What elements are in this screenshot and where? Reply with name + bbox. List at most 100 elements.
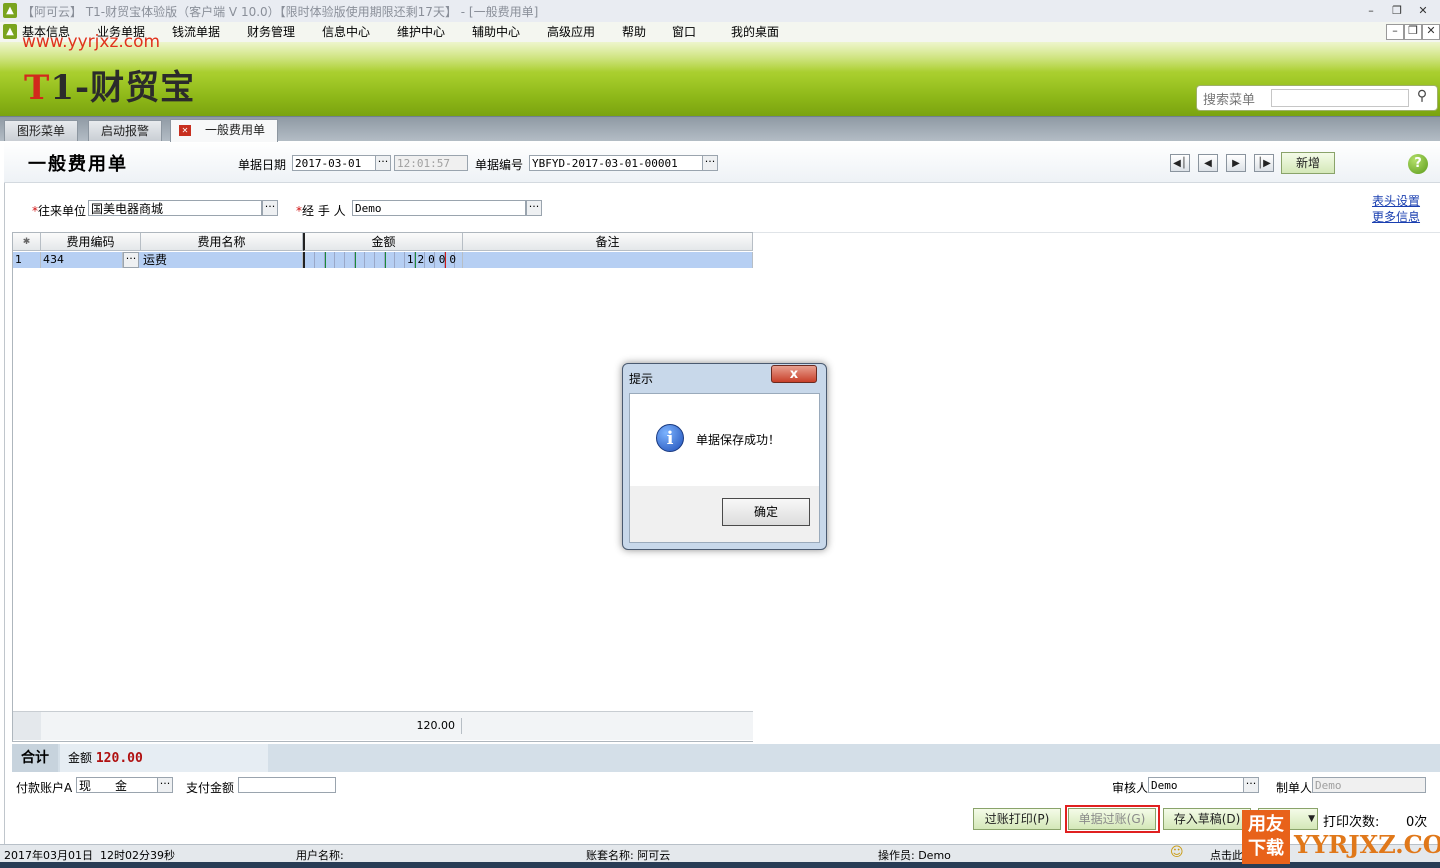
tab-general-expense[interactable]: ✕ 一般费用单	[170, 119, 279, 142]
window-title: 【阿可云】 T1-财贸宝体验版（客户端 V 10.0）【限时体验版使用期限还剩1…	[22, 5, 539, 19]
pay-amount-field[interactable]	[238, 777, 336, 793]
menu-info-center[interactable]: 信息中心	[322, 23, 370, 40]
post-button[interactable]: 单据过账(G)	[1068, 808, 1156, 830]
menu-app-icon: ▲	[3, 24, 17, 39]
handler-field[interactable]: Demo	[352, 200, 526, 216]
menu-auxiliary[interactable]: 辅助中心	[472, 23, 520, 40]
smiley-icon: ☺	[1170, 845, 1184, 860]
row-name[interactable]: 运费	[141, 252, 303, 268]
ledger-green-line	[355, 252, 356, 268]
menu-maintenance[interactable]: 维护中心	[397, 23, 445, 40]
close-icon[interactable]: ✕	[1414, 3, 1432, 19]
window-title-bar: ▲ 【阿可云】 T1-财贸宝体验版（客户端 V 10.0）【限时体验版使用期限还…	[0, 0, 1440, 23]
payment-account-field[interactable]: 现 金	[76, 777, 158, 793]
date-field[interactable]: 2017-03-01	[292, 155, 376, 171]
tab-close-icon[interactable]: ✕	[179, 125, 191, 136]
totals-label: 合计	[12, 744, 58, 772]
menu-window[interactable]: 窗口	[672, 23, 696, 40]
new-button[interactable]: 新增	[1281, 152, 1335, 174]
product-logo: T1-财贸宝	[24, 68, 196, 108]
restore-icon[interactable]: ❐	[1388, 3, 1406, 19]
child-minimize-icon[interactable]: –	[1386, 24, 1404, 40]
watermark-text: YYRJXZ.COM	[1294, 830, 1440, 859]
site-watermark: 用友下载 YYRJXZ.COM	[1242, 810, 1440, 868]
date-label: 单据日期	[238, 158, 287, 172]
menu-cash-docs[interactable]: 钱流单据	[172, 23, 220, 40]
grid-right-area	[753, 232, 1440, 743]
header-settings-link[interactable]: 表头设置	[1372, 192, 1420, 209]
row-amount-ledger[interactable]: 12000	[303, 252, 463, 268]
message-dialog: 提示 x i 单据保存成功！ 确定	[622, 363, 827, 550]
dialog-close-icon[interactable]: x	[771, 365, 817, 383]
document-header: 一般费用单 单据日期 2017-03-01 ··· 12:01:57 单据编号 …	[4, 142, 1440, 183]
banner: www.yyrjxz.com T1-财贸宝 搜索菜单 ⚲	[0, 32, 1440, 116]
payment-account-label: 付款账户A	[16, 781, 73, 795]
auditor-field[interactable]: Demo	[1148, 777, 1244, 793]
maker-label: 制单人	[1276, 781, 1313, 795]
menu-bar: ▲ 基本信息 业务单据 钱流单据 财务管理 信息中心 维护中心 辅助中心 高级应…	[0, 22, 1440, 42]
search-label: 搜索菜单	[1203, 93, 1256, 108]
child-restore-icon[interactable]: ❐	[1404, 24, 1422, 40]
help-icon[interactable]: ?	[1408, 154, 1428, 174]
handler-picker-button[interactable]: ···	[526, 200, 542, 216]
search-icon[interactable]: ⚲	[1413, 88, 1431, 106]
ok-button[interactable]: 确定	[722, 498, 810, 526]
prev-record-icon[interactable]: ◀	[1198, 154, 1218, 172]
first-record-icon[interactable]: ◀│	[1170, 154, 1190, 172]
number-picker-button[interactable]: ···	[702, 155, 718, 171]
menu-my-desktop[interactable]: 我的桌面	[731, 23, 779, 40]
ledger-green-line	[385, 252, 386, 268]
minimize-icon[interactable]: –	[1362, 3, 1380, 19]
menu-finance[interactable]: 财务管理	[247, 23, 295, 40]
dialog-message: 单据保存成功！	[696, 433, 781, 447]
child-close-icon[interactable]: ✕	[1422, 24, 1440, 40]
site-url-watermark: www.yyrjxz.com	[22, 32, 161, 52]
row-code[interactable]: 434	[41, 252, 123, 268]
status-account: 账套名称: 阿可云	[586, 849, 671, 862]
row-note[interactable]	[463, 252, 753, 268]
os-taskbar	[0, 862, 1440, 868]
partner-label: *往来单位	[32, 204, 87, 218]
dialog-body: i 单据保存成功！ 确定	[629, 393, 820, 543]
post-print-button[interactable]: 过账打印(P)	[973, 808, 1061, 830]
grid-footer: 120.00	[13, 711, 753, 740]
status-hint[interactable]: 点击此	[1210, 847, 1243, 863]
time-field: 12:01:57	[394, 155, 468, 171]
app-icon: ▲	[3, 3, 17, 18]
partner-field[interactable]: 国美电器商城	[88, 200, 262, 216]
partner-picker-button[interactable]: ···	[262, 200, 278, 216]
totals-bar: 合计 金额 120.00	[12, 744, 1440, 772]
grid-header-name: 费用名称	[141, 233, 303, 251]
status-bar: 2017年03月01日 12时02分39秒 用户名称: 账套名称: 阿可云 操作…	[0, 844, 1440, 863]
next-record-icon[interactable]: ▶	[1226, 154, 1246, 172]
search-input[interactable]	[1271, 89, 1409, 107]
maker-field: Demo	[1312, 777, 1426, 793]
status-user: 用户名称:	[296, 849, 344, 862]
number-field[interactable]: YBFYD-2017-03-01-00001	[529, 155, 703, 171]
last-record-icon[interactable]: │▶	[1254, 154, 1274, 172]
save-draft-button[interactable]: 存入草稿(D)	[1163, 808, 1251, 830]
auditor-label: 审核人	[1112, 781, 1149, 795]
menu-advanced[interactable]: 高级应用	[547, 23, 595, 40]
dialog-title: 提示	[629, 372, 654, 386]
grid-header-select[interactable]: ✱	[13, 233, 41, 251]
auditor-picker-button[interactable]: ···	[1243, 777, 1259, 793]
ledger-green-line	[325, 252, 326, 268]
row-code-picker-button[interactable]: ···	[123, 252, 139, 268]
pay-amount-label: 支付金额	[186, 781, 235, 795]
payment-account-picker-button[interactable]: ···	[157, 777, 173, 793]
watermark-logo-box: 用友下载	[1242, 810, 1290, 864]
tab-graphic-menu[interactable]: 图形菜单	[4, 120, 79, 141]
grid-footer-total: 120.00	[416, 719, 456, 732]
grid-header-note: 备注	[463, 233, 753, 251]
row-index: 1	[13, 252, 41, 268]
grid-header-code: 费用编码	[41, 233, 141, 251]
status-time: 12时02分39秒	[100, 849, 175, 862]
date-picker-button[interactable]: ···	[375, 155, 391, 171]
handler-label: *经 手 人	[296, 204, 346, 218]
tab-startup-alerts[interactable]: 启动报警	[88, 120, 163, 141]
info-icon: i	[656, 424, 684, 452]
grid-header-amount: 金额	[303, 233, 463, 251]
menu-help[interactable]: 帮助	[622, 23, 646, 40]
more-info-link[interactable]: 更多信息	[1372, 208, 1420, 225]
